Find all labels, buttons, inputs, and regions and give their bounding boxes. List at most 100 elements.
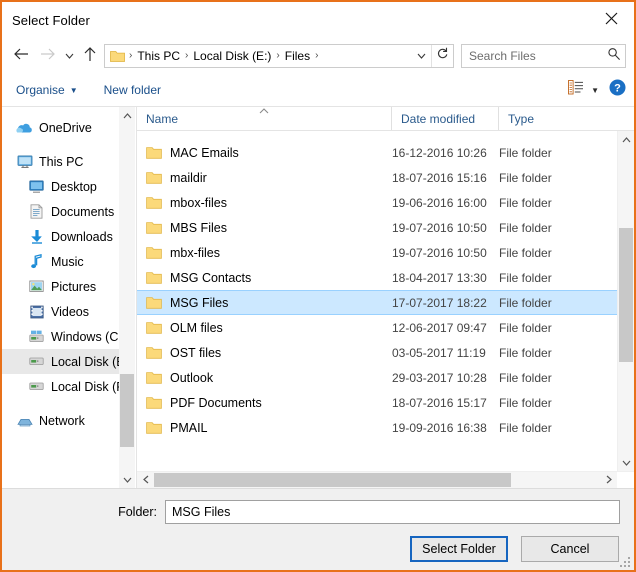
- table-row[interactable]: mbox-files 19-06-2016 16:00 File folder: [137, 190, 617, 215]
- scroll-down-button[interactable]: [618, 454, 634, 471]
- folder-field-row: Folder: MSG Files: [2, 489, 634, 524]
- table-row[interactable]: MBS Files 19-07-2016 10:50 File folder: [137, 215, 617, 240]
- onedrive-cloud-icon: [16, 120, 33, 136]
- breadcrumb-item-this-pc[interactable]: This PC: [134, 45, 183, 67]
- search-input[interactable]: Search Files: [469, 49, 607, 63]
- sidebar-scrollbar[interactable]: [119, 107, 135, 488]
- file-name-cell: mbox-files: [137, 196, 392, 210]
- column-header-name[interactable]: Name: [137, 107, 392, 130]
- scroll-track-horizontal[interactable]: [154, 472, 600, 488]
- forward-button[interactable]: [34, 43, 60, 69]
- sidebar-scroll-up-button[interactable]: [119, 107, 135, 124]
- select-folder-button[interactable]: Select Folder: [410, 536, 508, 562]
- table-row-selected[interactable]: MSG Files 17-07-2017 18:22 File folder: [137, 290, 617, 315]
- back-button[interactable]: [8, 43, 34, 69]
- scroll-up-button[interactable]: [618, 131, 634, 148]
- table-row[interactable]: MAC Emails 16-12-2016 10:26 File folder: [137, 140, 617, 165]
- column-header-date-modified[interactable]: Date modified: [392, 107, 499, 130]
- sidebar-item-music[interactable]: Music: [2, 249, 135, 274]
- table-row[interactable]: maildir 18-07-2016 15:16 File folder: [137, 165, 617, 190]
- search-box[interactable]: Search Files: [461, 44, 626, 68]
- view-dropdown-caret-icon[interactable]: ▼: [591, 86, 599, 95]
- file-name-label: MAC Emails: [170, 145, 239, 160]
- date-modified-cell: 12-06-2017 09:47: [392, 320, 487, 335]
- folder-name-input[interactable]: MSG Files: [165, 500, 620, 524]
- pictures-icon: [28, 279, 45, 295]
- help-button[interactable]: ?: [609, 79, 626, 101]
- file-name-cell: maildir: [137, 171, 392, 185]
- recent-locations-button[interactable]: [60, 43, 78, 69]
- sidebar-item-local-disk-f[interactable]: Local Disk (F:): [2, 374, 135, 399]
- table-row[interactable]: Outlook 29-03-2017 10:28 File folder: [137, 365, 617, 390]
- sidebar-item-network[interactable]: Network: [2, 408, 135, 433]
- sidebar-item-label: Network: [39, 413, 85, 428]
- type-cell: File folder: [499, 220, 552, 235]
- sidebar-item-windows-c[interactable]: Windows (C:): [2, 324, 135, 349]
- file-name-cell: OST files: [137, 346, 392, 360]
- scroll-right-button[interactable]: [600, 472, 617, 488]
- sidebar-scroll-down-button[interactable]: [119, 471, 135, 488]
- sidebar-item-desktop[interactable]: Desktop: [2, 174, 135, 199]
- sidebar-item-videos[interactable]: Videos: [2, 299, 135, 324]
- table-row[interactable]: MSG Contacts 18-04-2017 13:30 File folde…: [137, 265, 617, 290]
- file-name-cell: MSG Contacts: [137, 271, 392, 285]
- file-list-vertical-scrollbar[interactable]: [617, 131, 634, 471]
- column-header-label: Date modified: [401, 111, 476, 126]
- sidebar-item-label: Windows (C:): [51, 329, 127, 344]
- column-header-type[interactable]: Type: [499, 107, 634, 130]
- type-cell: File folder: [499, 345, 552, 360]
- scroll-left-button[interactable]: [137, 472, 154, 488]
- change-view-button[interactable]: [568, 80, 584, 100]
- breadcrumb-item-local-disk-e[interactable]: Local Disk (E:): [190, 45, 274, 67]
- file-name-cell: MAC Emails: [137, 146, 392, 160]
- address-dropdown-button[interactable]: [411, 45, 431, 67]
- file-list-horizontal-scrollbar[interactable]: [137, 471, 634, 488]
- file-name-cell: MBS Files: [137, 221, 392, 235]
- table-row[interactable]: mbx-files 19-07-2016 10:50 File folder: [137, 240, 617, 265]
- sidebar-item-label: Desktop: [51, 179, 97, 194]
- type-cell: File folder: [499, 420, 552, 435]
- table-row[interactable]: PDF Documents 18-07-2016 15:17 File fold…: [137, 390, 617, 415]
- up-one-level-button[interactable]: [78, 43, 102, 69]
- sidebar-item-pictures[interactable]: Pictures: [2, 274, 135, 299]
- file-name-label: MSG Files: [170, 295, 229, 310]
- scroll-thumb-horizontal[interactable]: [154, 473, 511, 487]
- window-title: Select Folder: [12, 12, 90, 28]
- resize-grip-icon[interactable]: [620, 557, 631, 568]
- scroll-track[interactable]: [618, 148, 634, 454]
- cancel-button[interactable]: Cancel: [521, 536, 619, 562]
- close-button[interactable]: [588, 2, 634, 34]
- sidebar-item-this-pc[interactable]: This PC: [2, 149, 135, 174]
- table-row[interactable]: OLM files 12-06-2017 09:47 File folder: [137, 315, 617, 340]
- date-modified-cell: 19-07-2016 10:50: [392, 220, 487, 235]
- arrow-left-icon: [13, 46, 30, 66]
- sidebar-scroll-track[interactable]: [119, 124, 135, 471]
- folder-icon: [146, 271, 162, 285]
- scroll-thumb[interactable]: [619, 227, 633, 363]
- organise-menu-button[interactable]: Organise ▼: [16, 83, 78, 97]
- table-row[interactable]: PMAIL 19-09-2016 16:38 File folder: [137, 415, 617, 440]
- file-name-label: mbox-files: [170, 195, 227, 210]
- address-bar[interactable]: › This PC › Local Disk (E:) › Files ›: [104, 44, 454, 68]
- new-folder-button[interactable]: New folder: [104, 83, 161, 97]
- sidebar-item-onedrive[interactable]: OneDrive: [2, 115, 135, 140]
- file-list-pane: Name Date modified Type MAC Emails 16-12…: [136, 107, 634, 488]
- file-name-label: PMAIL: [170, 420, 208, 435]
- navigation-bar: › This PC › Local Disk (E:) › Files › Se…: [2, 38, 634, 74]
- sidebar-item-downloads[interactable]: Downloads: [2, 224, 135, 249]
- windows-drive-icon: [28, 329, 45, 345]
- date-modified-cell: 18-07-2016 15:16: [392, 170, 487, 185]
- sidebar-scroll-thumb[interactable]: [120, 373, 134, 447]
- folder-icon: [146, 131, 162, 136]
- table-row[interactable]: OST files 03-05-2017 11:19 File folder: [137, 340, 617, 365]
- breadcrumb-item-files[interactable]: Files: [282, 45, 313, 67]
- refresh-button[interactable]: [431, 45, 453, 67]
- navigation-tree: OneDrive This PC Desktop Documents Downl…: [2, 107, 135, 433]
- sidebar-item-documents[interactable]: Documents: [2, 199, 135, 224]
- view-list-icon: [568, 80, 584, 100]
- sidebar-item-local-disk-e[interactable]: Local Disk (E:): [2, 349, 135, 374]
- svg-text:?: ?: [614, 83, 621, 95]
- footer-button-row: Select Folder Cancel: [2, 524, 634, 562]
